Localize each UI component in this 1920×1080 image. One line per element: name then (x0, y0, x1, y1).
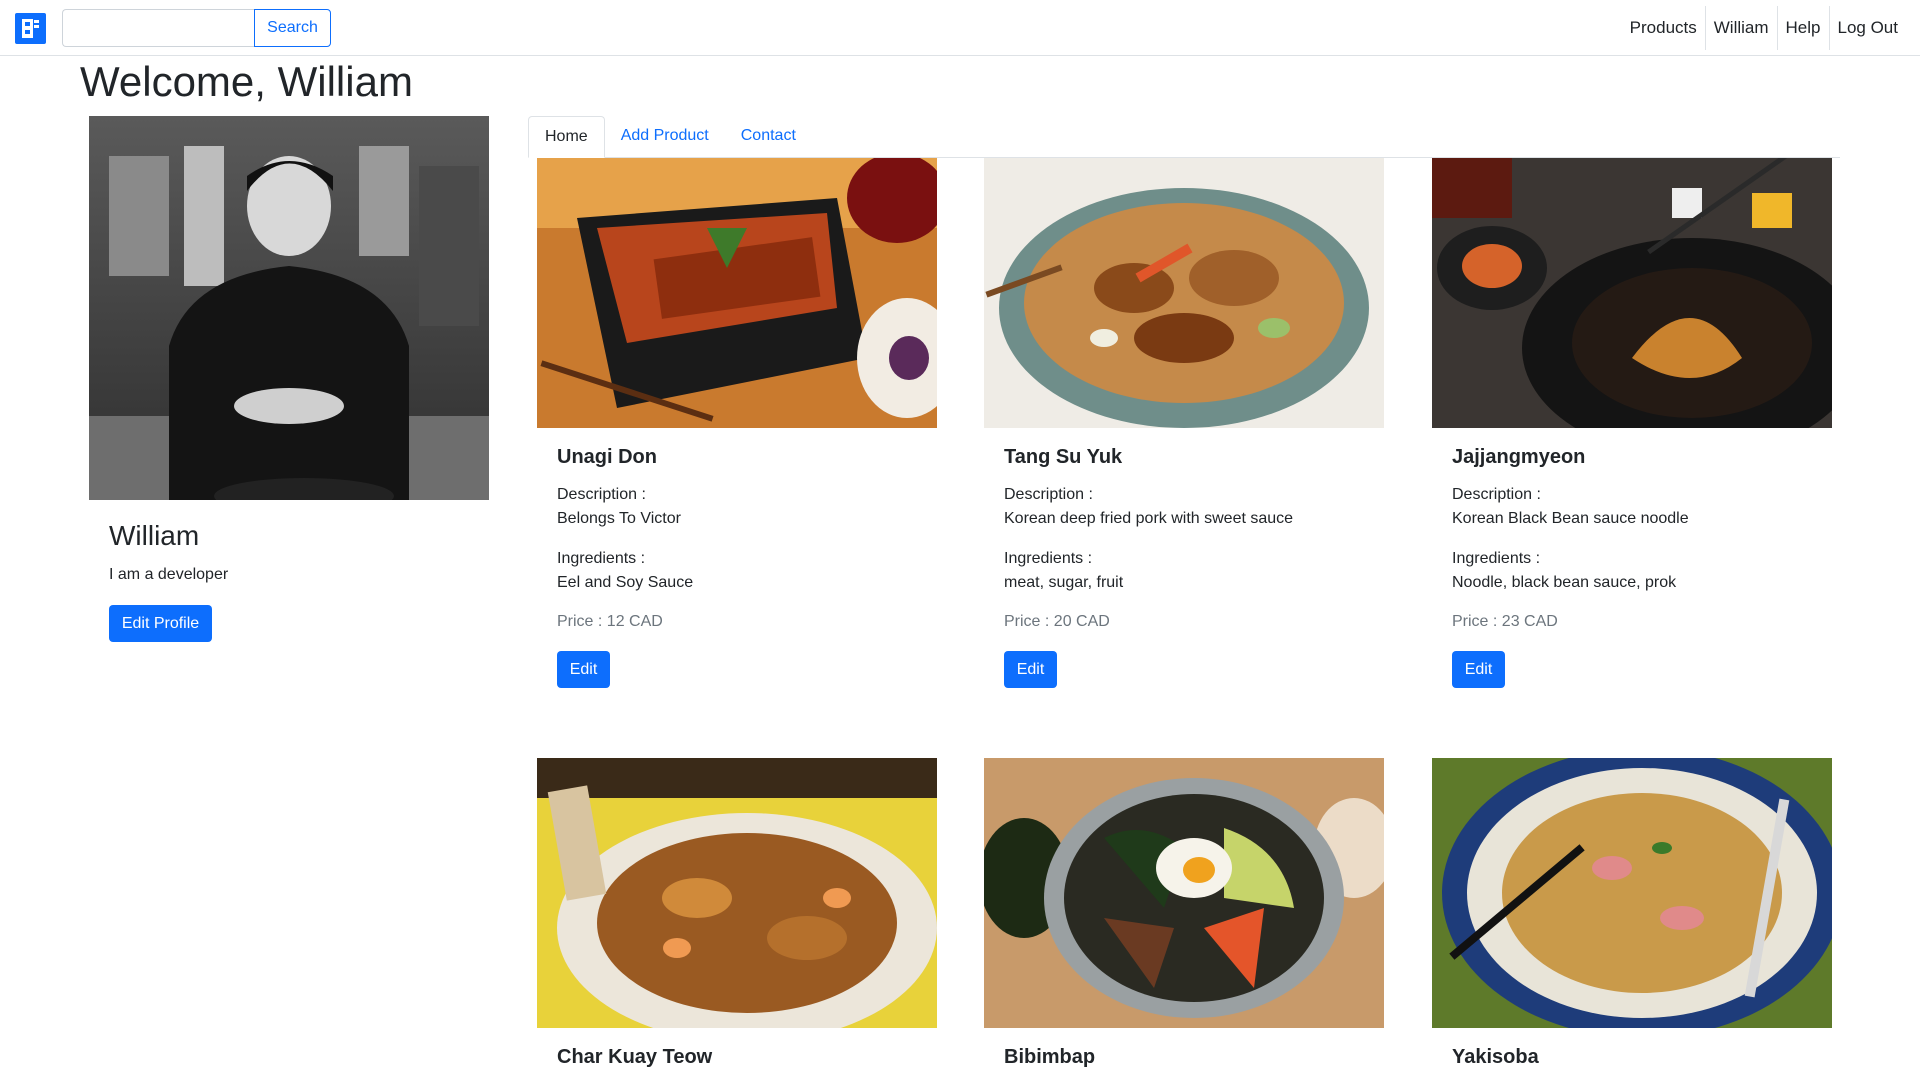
nav-link-help[interactable]: Help (1778, 8, 1829, 48)
tab-home[interactable]: Home (528, 116, 605, 158)
product-image (537, 758, 937, 1028)
product-title: Unagi Don (557, 446, 657, 468)
ingredients-value: Noodle, black bean sauce, prok (1452, 574, 1677, 591)
product-image (537, 158, 937, 428)
profile-name: William (109, 520, 200, 551)
description-value: Korean deep fried pork with sweet sauce (1004, 510, 1294, 527)
product-card: Jajjangmyeon Description : Korean Black … (1432, 158, 1832, 688)
search-button[interactable]: Search (254, 9, 331, 47)
edit-product-button[interactable]: Edit (1004, 651, 1057, 688)
product-title: Tang Su Yuk (1004, 446, 1123, 468)
page-title: Welcome, William (80, 58, 413, 105)
product-price: Price : 23 CAD (1452, 613, 1558, 630)
description-value: Korean Black Bean sauce noodle (1452, 510, 1689, 527)
brand-logo-icon[interactable] (15, 13, 46, 44)
product-image (984, 158, 1384, 428)
product-title: Jajjangmyeon (1452, 446, 1586, 468)
product-image (1432, 158, 1832, 428)
product-card: Unagi Don Description : Belongs To Victo… (537, 158, 937, 688)
tab-bar: Home Add Product Contact (528, 116, 1840, 158)
nav-link-user[interactable]: William (1706, 8, 1777, 48)
description-value: Belongs To Victor (557, 510, 681, 527)
product-card: Bibimbap (984, 758, 1384, 1068)
profile-photo (89, 116, 489, 500)
edit-profile-button[interactable]: Edit Profile (109, 605, 212, 642)
ingredients-label: Ingredients : (1452, 550, 1541, 567)
nav-link-products[interactable]: Products (1622, 8, 1705, 48)
product-image (984, 758, 1384, 1028)
product-title: Yakisoba (1452, 1046, 1539, 1068)
product-card: Char Kuay Teow (537, 758, 937, 1068)
ingredients-value: meat, sugar, fruit (1004, 574, 1124, 591)
description-label: Description : (557, 486, 646, 503)
description-label: Description : (1452, 486, 1541, 503)
product-card: Tang Su Yuk Description : Korean deep fr… (984, 158, 1384, 688)
ingredients-label: Ingredients : (1004, 550, 1093, 567)
product-price: Price : 20 CAD (1004, 613, 1110, 630)
product-price: Price : 12 CAD (557, 613, 663, 630)
top-navbar: Search Products William Help Log Out (0, 0, 1920, 56)
edit-product-button[interactable]: Edit (557, 651, 610, 688)
tab-add-product[interactable]: Add Product (605, 116, 725, 157)
nav-link-logout[interactable]: Log Out (1830, 8, 1907, 48)
search-input[interactable] (62, 9, 254, 47)
ingredients-label: Ingredients : (557, 550, 646, 567)
product-title: Bibimbap (1004, 1046, 1096, 1068)
ingredients-value: Eel and Soy Sauce (557, 574, 694, 591)
profile-bio: I am a developer (109, 566, 229, 583)
description-label: Description : (1004, 486, 1093, 503)
tab-contact[interactable]: Contact (725, 116, 812, 157)
product-card: Yakisoba (1432, 758, 1832, 1068)
nav-links: Products William Help Log Out (1622, 0, 1906, 56)
product-image (1432, 758, 1832, 1028)
edit-product-button[interactable]: Edit (1452, 651, 1505, 688)
product-title: Char Kuay Teow (557, 1046, 713, 1068)
